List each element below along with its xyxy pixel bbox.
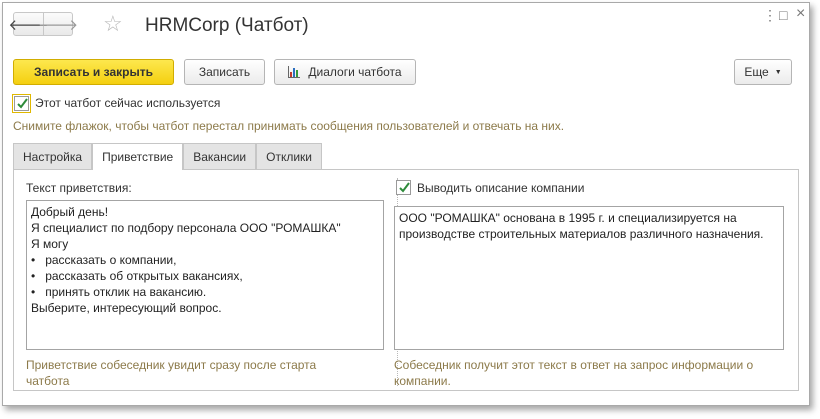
tab-vacancies[interactable]: Вакансии xyxy=(183,143,257,169)
form-window: 🡐 🡒 ☆ HRMCorp (Чатбот) ⋮ □ × Записать и … xyxy=(2,2,810,406)
report-chart-icon xyxy=(288,66,301,78)
favorite-star-icon[interactable]: ☆ xyxy=(103,11,123,37)
tab-responses[interactable]: Отклики xyxy=(256,143,322,169)
chatbot-dialogs-button[interactable]: Диалоги чатбота xyxy=(274,59,416,85)
save-button[interactable]: Записать xyxy=(184,59,265,85)
command-bar: Записать и закрыть Записать Диалоги чатб… xyxy=(13,59,799,87)
forward-button[interactable]: 🡒 xyxy=(38,13,78,35)
close-icon[interactable]: × xyxy=(796,5,805,23)
checkmark-icon xyxy=(17,98,28,109)
chatbot-active-hint: Снимите флажок, чтобы чатбот перестал пр… xyxy=(13,119,565,133)
navigation-buttons: 🡐 🡒 xyxy=(8,12,78,36)
maximize-icon[interactable]: □ xyxy=(779,7,787,23)
tab-settings[interactable]: Настройка xyxy=(13,143,93,169)
show-company-description-label: Выводить описание компании xyxy=(417,181,585,195)
arrow-right-icon: 🡒 xyxy=(37,16,79,34)
tab-bar: Настройка Приветствие Вакансии Отклики xyxy=(13,143,322,170)
tab-greeting[interactable]: Приветствие xyxy=(92,143,184,170)
greeting-text-label: Текст приветствия: xyxy=(26,181,132,195)
more-vertical-icon[interactable]: ⋮ xyxy=(763,7,777,24)
chatbot-active-label: Этот чатбот сейчас используется xyxy=(35,96,221,110)
chatbot-active-checkbox[interactable] xyxy=(12,94,31,113)
checkmark-icon xyxy=(399,182,410,193)
title-bar: 🡐 🡒 ☆ HRMCorp (Чатбот) ⋮ □ × xyxy=(3,3,809,51)
show-company-description-checkbox[interactable] xyxy=(396,180,411,195)
greeting-hint: Приветствие собеседник увидит сразу посл… xyxy=(26,358,317,388)
company-description-hint: Собеседник получит этот текст в ответ на… xyxy=(394,358,754,388)
company-description-field[interactable]: ООО "РОМАШКА" основана в 1995 г. и специ… xyxy=(394,206,784,350)
page-title: HRMCorp (Чатбот) xyxy=(145,15,309,36)
chatbot-dialogs-label: Диалоги чатбота xyxy=(308,65,402,79)
more-button[interactable]: Еще ▼ xyxy=(734,59,792,85)
greeting-text-field[interactable]: Добрый день! Я специалист по подбору пер… xyxy=(26,200,384,350)
chevron-down-icon: ▼ xyxy=(774,68,782,76)
greeting-tab-panel: Текст приветствия: Добрый день! Я специа… xyxy=(13,169,799,391)
save-and-close-button[interactable]: Записать и закрыть xyxy=(13,59,174,85)
more-label: Еще xyxy=(744,65,769,79)
